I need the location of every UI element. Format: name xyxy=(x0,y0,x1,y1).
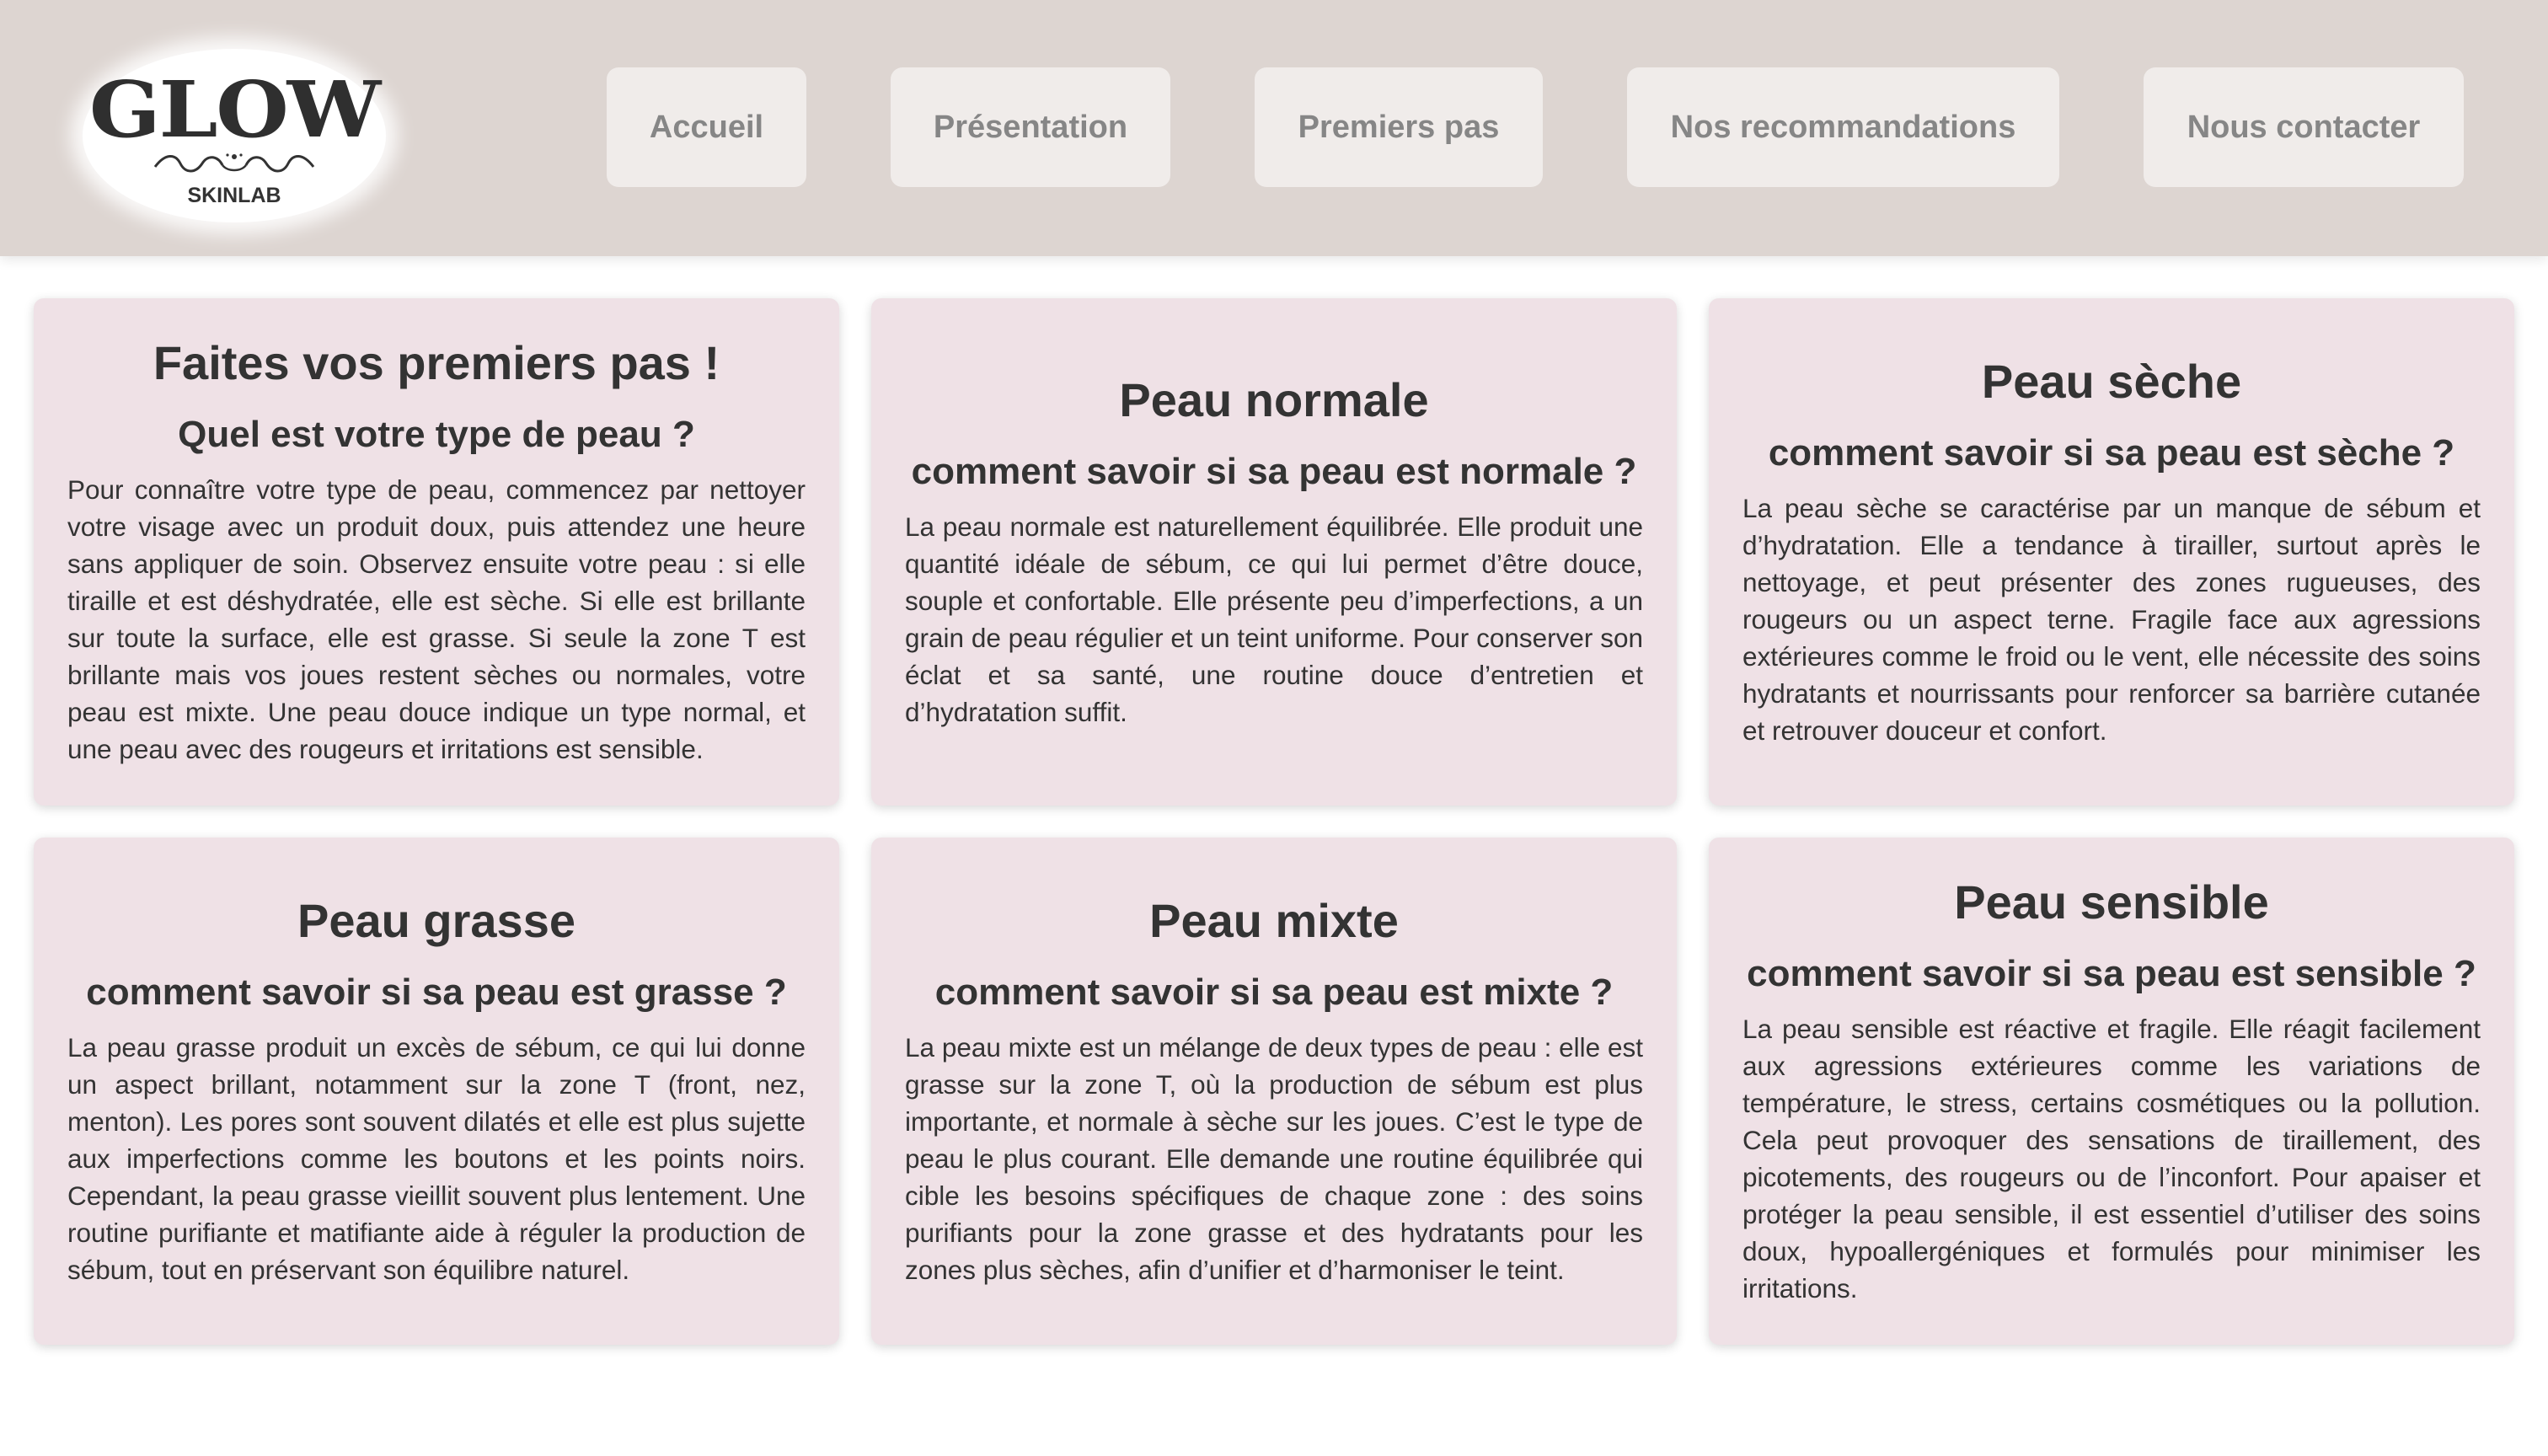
card-premiers-pas: Faites vos premiers pas ! Quel est votre… xyxy=(34,298,839,806)
card-title: Peau normale xyxy=(1119,372,1429,426)
card-text: La peau sèche se caractérise par un manq… xyxy=(1742,493,2481,747)
card-peau-grasse: Peau grasse comment savoir si sa peau es… xyxy=(34,838,839,1345)
card-title: Peau sensible xyxy=(1954,875,2269,929)
card-peau-sensible: Peau sensible comment savoir si sa peau … xyxy=(1709,838,2514,1345)
card-text: Pour connaître votre type de peau, comme… xyxy=(67,474,806,765)
card-title: Peau grasse xyxy=(297,893,575,947)
logo-wordmark: GLOW xyxy=(88,64,381,155)
card-title: Peau sèche xyxy=(1981,354,2242,408)
card-title: Faites vos premiers pas ! xyxy=(153,335,720,389)
card-title: Peau mixte xyxy=(1149,893,1399,947)
nav-presentation-button[interactable]: Présentation xyxy=(891,67,1170,187)
card-text: La peau sensible est réactive et fragile… xyxy=(1742,1014,2481,1304)
card-peau-mixte: Peau mixte comment savoir si sa peau est… xyxy=(871,838,1677,1345)
card-subtitle: comment savoir si sa peau est normale ? xyxy=(911,450,1637,492)
card-text: La peau mixte est un mélange de deux typ… xyxy=(905,1032,1643,1286)
card-peau-seche: Peau sèche comment savoir si sa peau est… xyxy=(1709,298,2514,806)
card-text: La peau normale est naturellement équili… xyxy=(905,511,1643,728)
nav-premiers-pas-button[interactable]: Premiers pas xyxy=(1255,67,1543,187)
nav-contact-button[interactable]: Nous contacter xyxy=(2144,67,2464,187)
card-subtitle: comment savoir si sa peau est mixte ? xyxy=(934,971,1614,1013)
card-peau-normale: Peau normale comment savoir si sa peau e… xyxy=(871,298,1677,806)
card-subtitle: comment savoir si sa peau est sensible ? xyxy=(1747,952,2476,994)
site-header: GLOW SKINLAB Accueil Présentation Premie… xyxy=(0,0,2548,256)
card-text: La peau grasse produit un excès de sébum… xyxy=(67,1032,806,1286)
logo-subtitle: SKINLAB xyxy=(187,184,281,207)
nav-recommandations-button[interactable]: Nos recommandations xyxy=(1627,67,2059,187)
card-subtitle: comment savoir si sa peau est sèche ? xyxy=(1768,431,2455,474)
nav-accueil-button[interactable]: Accueil xyxy=(607,67,806,187)
logo-swirl-ornament xyxy=(153,153,315,173)
card-subtitle: Quel est votre type de peau ? xyxy=(178,413,695,455)
logo[interactable]: GLOW SKINLAB xyxy=(83,49,386,222)
card-subtitle: comment savoir si sa peau est grasse ? xyxy=(86,971,787,1013)
